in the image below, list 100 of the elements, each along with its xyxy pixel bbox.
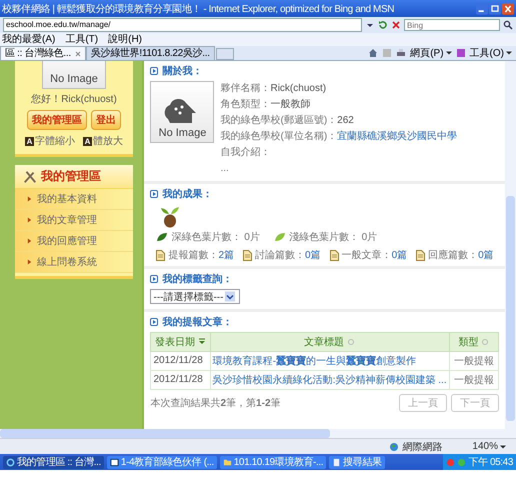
menu-link[interactable]: 線上問卷系統: [15, 252, 133, 273]
tools-icon: [23, 170, 37, 184]
date-cell: 2012/11/28: [150, 351, 210, 370]
column-header[interactable]: 類型: [449, 332, 499, 351]
count-link[interactable]: 0篇: [305, 248, 321, 262]
globe-icon: [389, 442, 400, 452]
caret-icon: [500, 444, 506, 450]
type-cell: 一般提報: [449, 370, 499, 389]
font-size-link[interactable]: 體放大: [93, 134, 123, 148]
no-image-text: No Image: [50, 73, 98, 85]
browser-icon: [6, 458, 15, 466]
sort-icon: [481, 338, 490, 346]
stop-icon[interactable]: [391, 20, 401, 30]
sort-icon: [198, 338, 206, 346]
sidebar-button[interactable]: 我的管理區: [27, 110, 87, 130]
taskbar-button[interactable]: 搜尋結果: [329, 456, 385, 468]
taskbar-button[interactable]: 我的管理區 :: 台灣...: [3, 456, 104, 468]
close-tab-icon[interactable]: [74, 50, 81, 56]
clock-text: 下午 05:43: [468, 456, 513, 469]
menu-title: 我的管理區: [41, 168, 101, 185]
menu-link[interactable]: 我的文章管理: [15, 210, 133, 231]
count-label: 提報篇數：: [168, 248, 218, 262]
page-menu[interactable]: 網頁(P): [410, 46, 452, 60]
menu-link[interactable]: 我的回應管理: [15, 231, 133, 252]
greeting-text: 您好！Rick(chuost): [31, 93, 117, 106]
maximize-icon[interactable]: [489, 2, 501, 14]
field-label: 自我介紹：: [220, 147, 270, 158]
home-icon[interactable]: [368, 48, 378, 58]
intro-text: ...: [220, 163, 229, 174]
refresh-icon[interactable]: [378, 20, 388, 30]
folder-icon: [222, 458, 232, 466]
count-label: 回應篇數：: [428, 248, 478, 262]
seed-icon: [160, 204, 180, 228]
document-icon: [156, 250, 166, 260]
field-value: 一般教師: [270, 99, 310, 110]
zoom-control[interactable]: 140%: [472, 441, 506, 452]
field-label: 我的綠色學校(郵遞區號)：: [220, 115, 338, 126]
document-icon: [330, 250, 339, 260]
print-icon[interactable]: [396, 48, 406, 58]
section-title: 我的成果：: [162, 188, 212, 201]
section-title: 關於我：: [162, 64, 202, 78]
field-value: 262: [337, 115, 354, 126]
document-icon: [243, 250, 252, 260]
column-header[interactable]: 發表日期: [150, 332, 210, 351]
bullet-icon: [27, 217, 32, 223]
school-link[interactable]: 宜蘭縣礁溪鄉吳沙國民中學: [337, 131, 458, 142]
article-link[interactable]: 環境教育課程-蠶寶寶的一生與蠶寶寶創意製作: [210, 351, 450, 370]
field-label: 我的綠色學校(單位名稱)：: [220, 131, 338, 142]
tag-select[interactable]: ---請選擇標籤---: [150, 289, 240, 304]
menu-item[interactable]: 我的最愛(A): [2, 34, 56, 46]
bullet-icon: [27, 259, 32, 265]
address-field[interactable]: eschool.moe.edu.tw/manage/: [3, 18, 362, 32]
leaf-count: 淺綠色葉片數： 0片: [288, 230, 378, 244]
count-link[interactable]: 0篇: [478, 248, 494, 262]
font-size-icon[interactable]: A: [25, 136, 34, 146]
font-size-link[interactable]: 字體縮小: [35, 134, 75, 148]
font-size-icon[interactable]: A: [83, 136, 92, 146]
search-field[interactable]: Bing: [404, 19, 500, 31]
count-link[interactable]: 2篇: [218, 248, 234, 262]
minimize-icon[interactable]: [476, 2, 488, 14]
vertical-scrollbar[interactable]: [505, 61, 516, 429]
bullet-icon: [27, 196, 32, 202]
browser-tab[interactable]: 吳沙綠世界!1101.8.22吳沙...: [86, 46, 215, 60]
document-icon: [332, 458, 342, 466]
document-icon: [416, 250, 426, 260]
caret-icon: [446, 50, 452, 56]
tools-menu[interactable]: 工具(O): [470, 46, 512, 60]
search-icon[interactable]: [503, 20, 513, 30]
date-cell: 2012/11/28: [150, 370, 210, 389]
caret-icon: [506, 50, 512, 56]
taskbar-button[interactable]: 1-4教育部綠色伙伴 (...: [106, 456, 217, 468]
menu-link[interactable]: 我的基本資料: [15, 189, 133, 210]
window-title: 校夥伴網絡 | 輕鬆獲取分的環境教育分享園地！ - Internet Explorer, optimized for Bing and MSN: [2, 2, 396, 16]
menu-item[interactable]: 工具(T): [65, 34, 98, 46]
section-icon: [150, 67, 158, 75]
bullet-icon: [27, 238, 32, 244]
section-icon: [150, 190, 158, 198]
horizontal-scrollbar[interactable]: [0, 429, 516, 438]
leaf-count: 深綠色葉片數： 0片: [171, 230, 260, 244]
section-title: 我的提報文章：: [162, 315, 232, 328]
sidebar-button[interactable]: 登出: [91, 110, 121, 130]
column-header[interactable]: 文章標題: [210, 332, 450, 351]
section-title: 我的標籤查詢：: [162, 272, 232, 286]
count-label: 討論篇數：: [255, 248, 306, 262]
field-label: 角色類型：: [220, 99, 270, 110]
type-cell: 一般提報: [449, 351, 499, 370]
no-image-text: No Image: [158, 127, 206, 139]
article-link[interactable]: 吳沙珍惜校園永續綠化活動:吳沙精神薪傳校園建築 ...: [210, 370, 450, 389]
section-icon: [150, 318, 158, 326]
browser-tab[interactable]: 區 :: 台灣綠色...: [0, 46, 86, 60]
close-icon[interactable]: [502, 2, 514, 14]
field-value: Rick(chuost): [270, 83, 326, 94]
window-icon: [110, 458, 119, 466]
section-icon: [150, 275, 158, 283]
result-summary: 本次查詢結果共2筆，第1-2筆: [150, 396, 280, 410]
menu-item[interactable]: 說明(H): [108, 34, 142, 46]
count-link[interactable]: 0篇: [392, 248, 408, 262]
zone-text: 網際網路: [402, 440, 442, 454]
taskbar-button[interactable]: 101.10.19環境教育-...: [220, 456, 326, 468]
count-label: 一般文章：: [342, 248, 392, 262]
